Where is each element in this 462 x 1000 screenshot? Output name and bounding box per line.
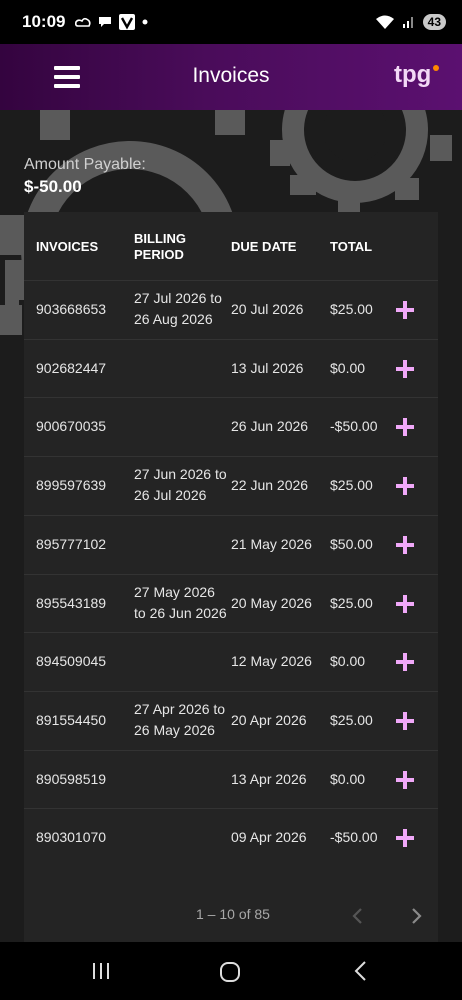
billing-period: 27 May 2026 to 26 Jun 2026 [134,583,227,621]
header-billing-period: BILLING PERIOD [134,231,186,262]
invoice-number: 903668653 [36,301,107,317]
expand-invoice-button[interactable] [394,534,416,556]
dot-icon [142,19,148,25]
amount-payable-value: $-50.00 [24,177,82,196]
pagination: 1 – 10 of 85 [24,896,438,936]
due-date: 26 Jun 2026 [231,418,309,435]
total-amount: $0.00 [330,653,366,670]
expand-invoice-button[interactable] [394,769,416,791]
due-date: 20 Jul 2026 [231,301,304,317]
due-date: 12 May 2026 [231,653,312,670]
prev-page-button[interactable] [346,904,370,928]
table-row: 903668653 27 Jul 2026 to 26 Aug 2026 20 Jul… [24,280,438,339]
plus-icon [396,477,414,496]
table-header: INVOICES BILLING PERIOD DUE DATE TOTAL [24,212,438,280]
expand-invoice-button[interactable] [394,710,416,732]
due-date: 13 Apr 2026 [231,770,307,787]
expand-invoice-button[interactable] [394,475,416,497]
pagination-range: 1 – 10 of 85 [196,906,270,922]
back-button[interactable] [350,960,372,987]
total-amount: $50.00 [330,535,373,552]
system-nav-bar [0,942,462,1000]
due-date: 21 May 2026 [231,535,312,552]
header-due-date: DUE DATE [231,239,297,254]
total-amount: $25.00 [330,594,373,611]
recents-icon [93,963,109,979]
table-row: 900670035 26 Jun 2026 -$50.00 [24,397,438,456]
invoice-number: 890598519 [36,770,107,787]
status-time: 10:09 [22,12,66,31]
cloud-icon [75,17,92,27]
amount-payable-label: Amount Payable: [24,156,146,173]
header-invoices: INVOICES [36,239,99,254]
invoice-number: 894509045 [36,653,107,670]
billing-period: 27 Jun 2026 to 26 Jul 2026 [134,466,227,504]
total-amount: $25.00 [330,711,373,728]
chat-icon [99,17,112,27]
total-amount: -$50.00 [330,829,378,846]
total-amount: $25.00 [330,301,373,317]
plus-icon [396,359,414,378]
battery-indicator: 43 [422,14,446,30]
expand-invoice-button[interactable] [394,299,416,321]
next-page-button[interactable] [404,904,428,928]
table-row: 894509045 12 May 2026 $0.00 [24,632,438,691]
status-right: 43 [375,14,446,30]
invoice-number: 900670035 [36,418,107,435]
due-date: 13 Jul 2026 [231,359,304,376]
tpg-logo-text: tpg [394,61,431,88]
chevron-right-icon [412,908,422,924]
expand-invoice-button[interactable] [394,827,416,849]
plus-icon [396,535,414,554]
plus-icon [396,770,414,789]
app-v-icon [119,14,136,30]
expand-invoice-button[interactable] [394,651,416,673]
table-row: 902682447 13 Jul 2026 $0.00 [24,338,438,398]
plus-icon [396,711,414,730]
table-row: 895777102 21 May 2026 $50.00 [24,514,438,574]
expand-invoice-button[interactable] [394,416,416,438]
expand-invoice-button[interactable] [394,358,416,380]
total-amount: $25.00 [330,477,373,494]
billing-period: 27 Apr 2026 to 26 May 2026 [134,700,226,738]
invoice-number: 902682447 [36,359,107,376]
home-button[interactable] [218,960,242,989]
total-amount: -$50.00 [330,418,378,435]
home-icon [220,962,240,982]
due-date: 20 May 2026 [231,594,312,611]
invoices-table: INVOICES BILLING PERIOD DUE DATE TOTAL 9… [24,212,438,942]
table-row: 899597639 27 Jun 2026 to 26 Jul 2026 22 Jun… [24,456,438,515]
billing-period: 27 Jul 2026 to 26 Aug 2026 [134,290,222,327]
tpg-logo: tpg [392,58,440,97]
header-total: TOTAL [330,239,373,254]
plus-icon [396,829,414,848]
table-row: 895543189 27 May 2026 to 26 Jun 2026 20 May… [24,573,438,633]
invoice-number: 890301070 [36,829,107,846]
notification-icons [75,14,149,30]
plus-icon [396,418,414,437]
due-date: 20 Apr 2026 [231,711,307,728]
due-date: 09 Apr 2026 [231,829,307,846]
due-date: 22 Jun 2026 [231,477,309,494]
plus-icon [396,653,414,672]
signal-icon [402,17,413,28]
status-bar: 10:09 43 [0,0,462,44]
app-bar: Invoices tpg [0,44,462,110]
table-row: 890301070 09 Apr 2026 -$50.00 [24,808,438,867]
plus-icon [396,594,414,613]
table-row: 890598519 13 Apr 2026 $0.00 [24,749,438,809]
total-amount: $0.00 [330,770,366,787]
wifi-icon [375,15,394,29]
plus-icon [396,301,414,319]
chevron-left-icon [352,908,362,924]
total-amount: $0.00 [330,359,366,376]
expand-invoice-button[interactable] [394,593,416,615]
invoice-number: 899597639 [36,477,107,494]
invoice-number: 895543189 [36,594,107,611]
invoice-number: 895777102 [36,535,107,552]
invoice-number: 891554450 [36,711,107,728]
table-row: 891554450 27 Apr 2026 to 26 May 2026 20 Apr… [24,690,438,750]
recents-button[interactable] [90,960,112,987]
back-icon [354,961,366,981]
